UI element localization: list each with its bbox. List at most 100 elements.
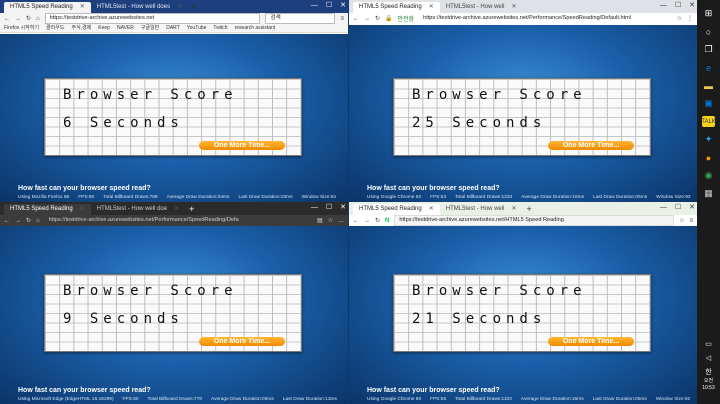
reload-icon[interactable]: ↻ <box>26 15 31 22</box>
url-field[interactable]: https://testdrive-archive.azurewebsites.… <box>44 13 261 24</box>
reload-icon[interactable]: ↻ <box>26 217 31 224</box>
kakaotalk-icon[interactable]: TALK <box>701 116 716 127</box>
billboard-line-1: Browser Score <box>63 87 238 103</box>
back-icon[interactable]: ← <box>353 16 359 22</box>
minimize-icon[interactable]: — <box>311 202 318 214</box>
star-icon[interactable]: ☆ <box>677 15 682 22</box>
tab-speed-reading[interactable]: HTML5 Speed Reading ✕ <box>353 2 440 13</box>
forward-icon[interactable]: → <box>364 218 370 224</box>
close-tab-icon[interactable]: ✕ <box>511 204 516 215</box>
menu-icon[interactable]: ≡ <box>340 16 344 22</box>
favorites-icon[interactable]: ☆ <box>328 217 333 224</box>
search-icon[interactable]: ○ <box>702 26 715 37</box>
home-icon[interactable]: ⌂ <box>36 218 40 224</box>
close-tab-icon[interactable]: ✕ <box>80 2 85 13</box>
close-icon[interactable]: ✕ <box>689 0 695 12</box>
bookmark-item[interactable]: Twitch <box>213 24 227 32</box>
bookmark-item[interactable]: 주식,경제 <box>71 24 91 32</box>
tab-speed-reading[interactable]: HTML5 Speed Reading ✕ <box>4 204 91 215</box>
bookmark-item[interactable]: 클라우드 <box>46 24 64 32</box>
close-tab-icon[interactable]: ✕ <box>177 2 182 13</box>
close-icon[interactable]: ✕ <box>340 202 346 214</box>
maximize-icon[interactable]: ☐ <box>675 202 681 214</box>
tab-label: HTML5test - How well doe <box>96 206 168 212</box>
chrome-icon[interactable]: ◉ <box>702 170 715 181</box>
maximize-icon[interactable]: ☐ <box>675 0 681 12</box>
bookmarks-bar: Firefox 시작하기 클라우드 주식,경제 Keep NAVER 구글일반 … <box>0 24 348 33</box>
bookmark-item[interactable]: research assistant <box>235 24 276 32</box>
star-icon[interactable]: ☆ <box>679 217 684 224</box>
menu-icon[interactable]: ≡ <box>689 218 693 224</box>
tab-html5test[interactable]: HTML5test - How well doe ✕ <box>91 204 185 215</box>
tab-speed-reading[interactable]: HTML5 Speed Reading ✕ <box>353 204 440 215</box>
close-tab-icon[interactable]: ✕ <box>511 2 516 13</box>
tab-html5test[interactable]: HTML5test - How well ✕ <box>440 2 523 13</box>
bookmark-item[interactable]: NAVER <box>117 24 134 32</box>
url-field[interactable]: https://testdrive-archive.azurewebsites.… <box>44 216 312 225</box>
edge-icon[interactable]: e <box>702 62 715 73</box>
one-more-time-button[interactable]: One More Time... <box>548 141 634 150</box>
forward-icon[interactable]: → <box>364 16 370 22</box>
close-icon[interactable]: ✕ <box>689 202 695 214</box>
stat-browser: Using Microsoft Edge (EdgeHTML 16.16299) <box>18 397 114 402</box>
more-icon[interactable]: … <box>338 218 344 224</box>
close-icon[interactable]: ✕ <box>340 0 346 12</box>
url-field[interactable]: https://testdrive-archive.azurewebsites.… <box>394 215 675 226</box>
tab-html5test[interactable]: HTML5test - How well ✕ <box>440 204 523 215</box>
stat-browser: Using Mozilla Firefox 58 <box>18 195 70 200</box>
reading-view-icon[interactable]: ▤ <box>317 217 323 224</box>
home-icon[interactable]: ⌂ <box>36 16 40 22</box>
new-tab-button[interactable]: + <box>522 204 535 215</box>
ime-indicator[interactable]: 한 <box>702 366 715 377</box>
back-icon[interactable]: ← <box>353 218 359 224</box>
tab-label: HTML5 Speed Reading <box>359 206 422 212</box>
task-view-icon[interactable]: ❐ <box>702 44 715 55</box>
tab-speed-reading[interactable]: HTML5 Speed Reading ✕ <box>4 2 91 13</box>
bookmark-item[interactable]: 구글일반 <box>141 24 159 32</box>
billboard: Browser Score 25 Seconds One More Time..… <box>393 78 651 156</box>
close-tab-icon[interactable]: ✕ <box>429 204 434 215</box>
back-icon[interactable]: ← <box>4 218 10 224</box>
new-tab-button[interactable]: + <box>187 2 200 13</box>
reload-icon[interactable]: ↻ <box>375 217 380 224</box>
menu-icon[interactable]: ⋮ <box>687 15 693 22</box>
one-more-time-button[interactable]: One More Time... <box>199 141 285 150</box>
search-input[interactable]: 검색 <box>265 13 336 24</box>
bookmark-item[interactable]: Firefox 시작하기 <box>4 24 39 32</box>
new-tab-button[interactable]: + <box>185 204 198 215</box>
minimize-icon[interactable]: — <box>660 0 667 12</box>
stat-window-size: Window Size:92 <box>655 397 691 402</box>
forward-icon[interactable]: → <box>15 16 21 22</box>
one-more-time-button[interactable]: One More Time... <box>548 337 634 346</box>
store-icon[interactable]: ▣ <box>702 98 715 109</box>
maximize-icon[interactable]: ☐ <box>326 0 332 12</box>
bookmark-item[interactable]: YouTube <box>187 24 207 32</box>
close-tab-icon[interactable]: ✕ <box>429 2 434 13</box>
network-icon[interactable]: ▭ <box>702 338 715 349</box>
url-field[interactable]: https://testdrive-archive.azurewebsites.… <box>419 14 672 23</box>
file-explorer-icon[interactable]: ▬ <box>702 80 715 91</box>
minimize-icon[interactable]: — <box>660 202 667 214</box>
tab-html5test[interactable]: HTML5test - How well does ✕ <box>91 2 187 13</box>
firefox-icon[interactable]: ● <box>702 152 715 163</box>
forward-icon[interactable]: → <box>15 218 21 224</box>
volume-icon[interactable]: ◁ <box>702 352 715 363</box>
billboard-line-1: Browser Score <box>412 283 587 299</box>
app-icon[interactable]: ▦ <box>702 188 715 199</box>
minimize-icon[interactable]: — <box>311 0 318 12</box>
windows-start-icon[interactable]: ⊞ <box>702 8 715 19</box>
speed-reading-page: Browser Score 21 Seconds One More Time..… <box>349 226 697 404</box>
one-more-time-button[interactable]: One More Time... <box>199 337 285 346</box>
close-tab-icon[interactable]: ✕ <box>80 204 85 215</box>
stat-average-draw: Average Draw Duration:18ms <box>521 195 585 200</box>
bookmark-item[interactable]: DART <box>166 24 180 32</box>
naver-logo-icon[interactable]: N <box>385 218 389 224</box>
twitter-icon[interactable]: ✦ <box>702 134 715 145</box>
stat-total-draws: Total Billboard Draws:778 <box>147 397 202 402</box>
back-icon[interactable]: ← <box>4 16 10 22</box>
maximize-icon[interactable]: ☐ <box>326 202 332 214</box>
clock[interactable]: 오전 10:53 <box>697 378 720 392</box>
reload-icon[interactable]: ↻ <box>375 15 380 22</box>
close-tab-icon[interactable]: ✕ <box>174 204 179 215</box>
bookmark-item[interactable]: Keep <box>98 24 110 32</box>
